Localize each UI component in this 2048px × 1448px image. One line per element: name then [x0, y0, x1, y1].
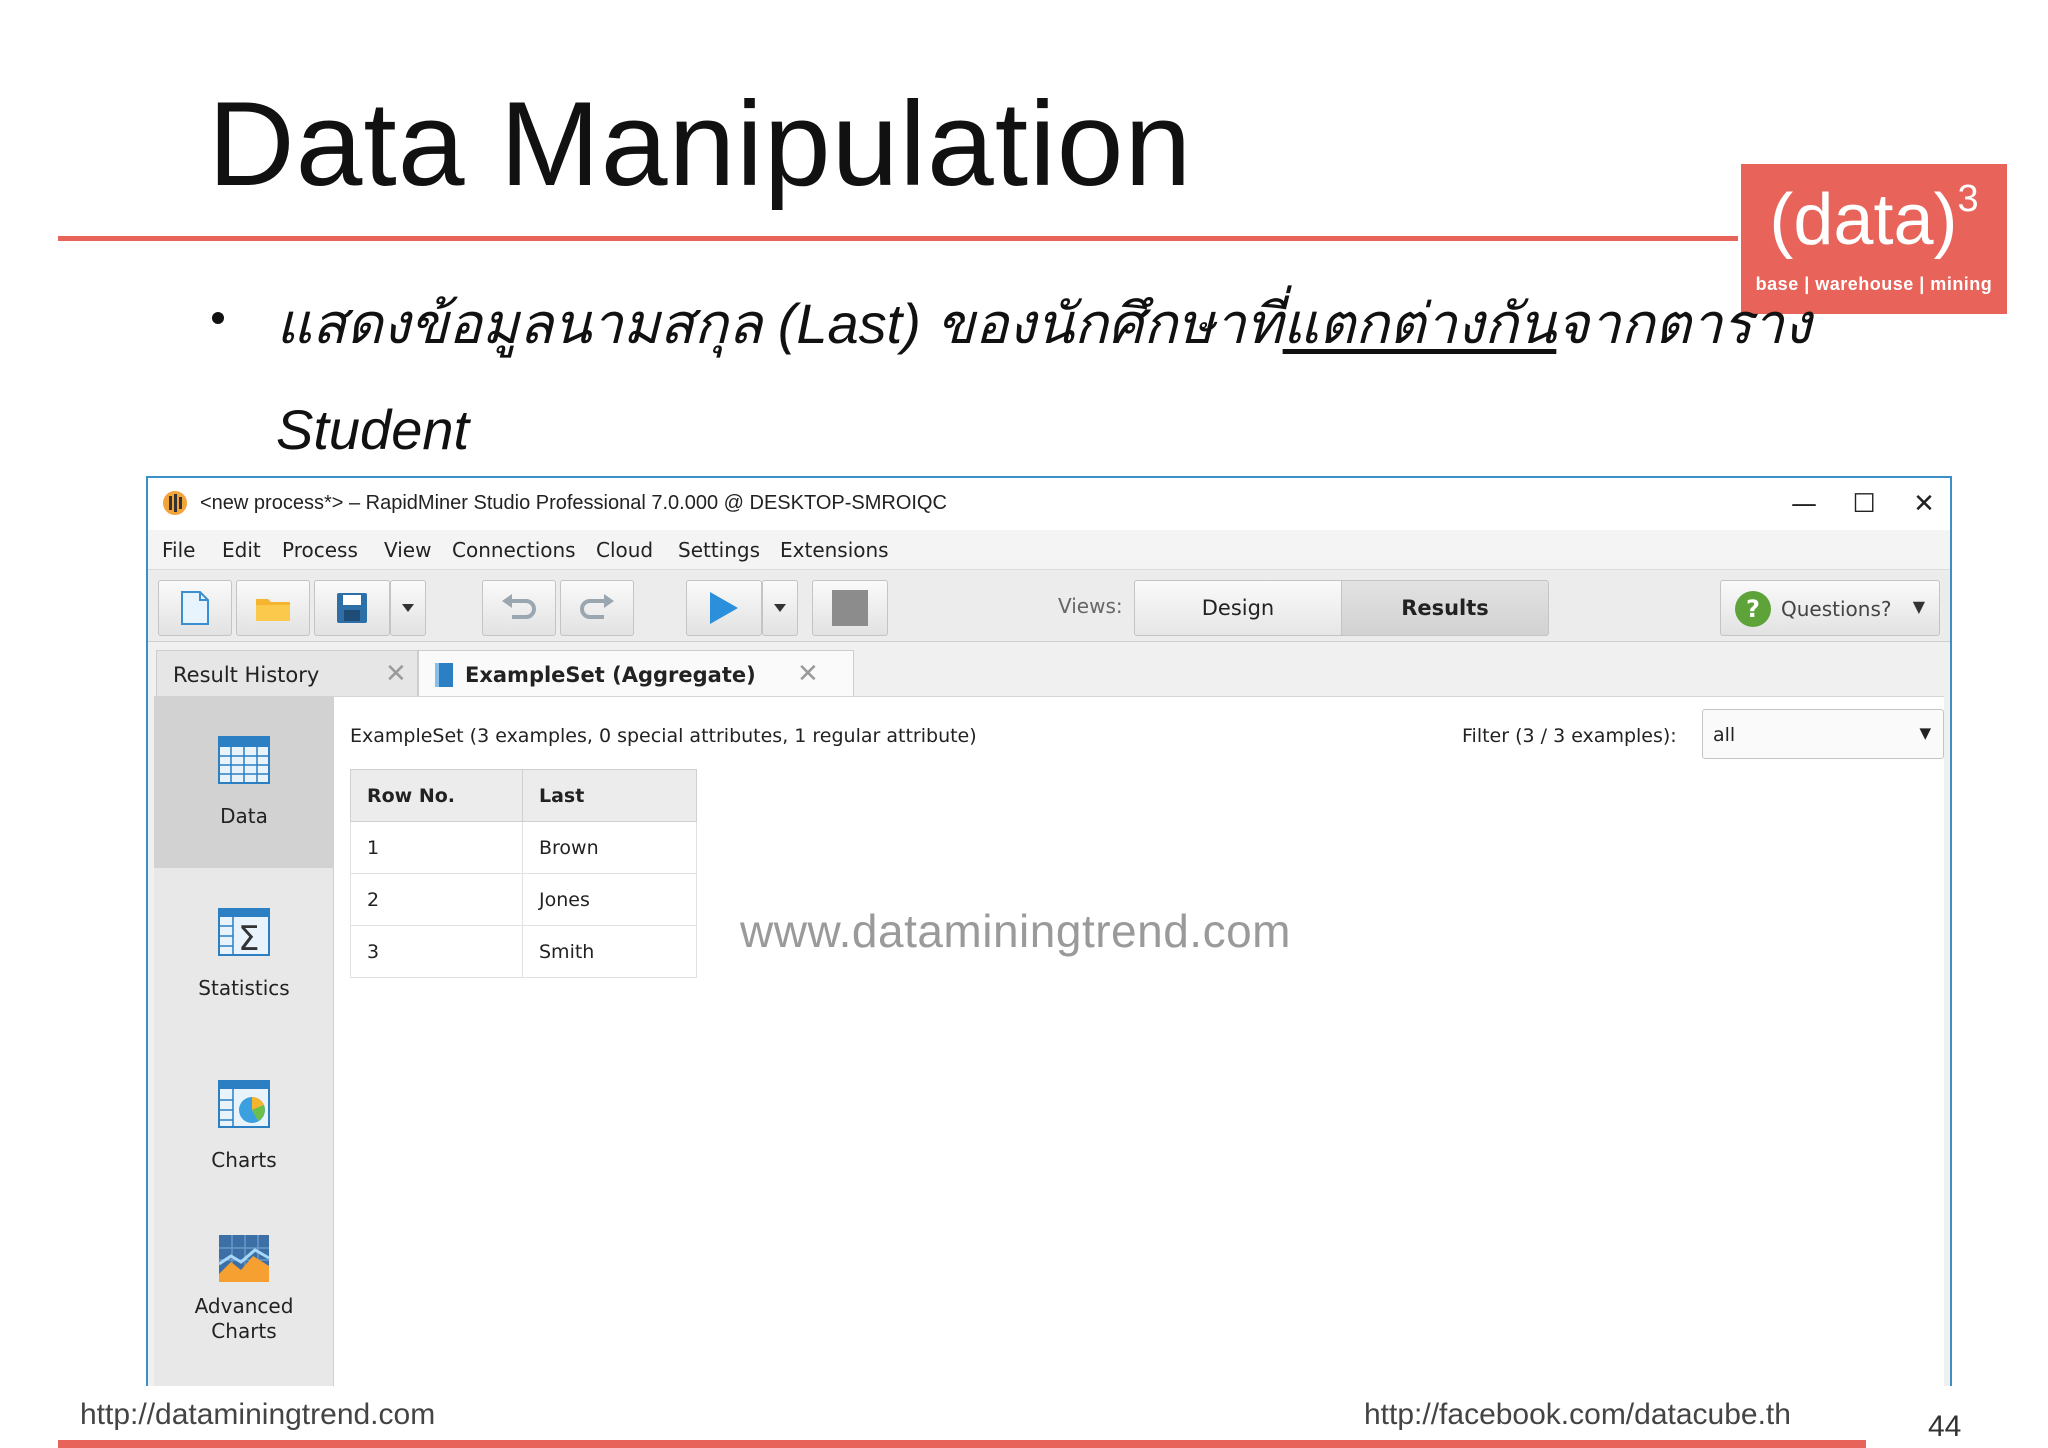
watermark-text: www.dataminingtrend.com: [740, 905, 1291, 957]
undo-button[interactable]: [482, 580, 556, 636]
results-tab-bar: Result History ✕ ExampleSet (Aggregate) …: [148, 642, 1950, 698]
rapidminer-app-icon: [163, 491, 187, 515]
folder-icon: [256, 599, 290, 621]
chevron-down-icon: ▼: [1912, 597, 1925, 616]
close-icon[interactable]: ✕: [797, 659, 819, 689]
footer-facebook-link[interactable]: http://facebook.com/datacube.th: [1364, 1398, 1791, 1432]
save-dropdown-button[interactable]: [390, 580, 426, 636]
sidebar-item-statistics[interactable]: Σ Statistics: [154, 868, 334, 1040]
design-view-button[interactable]: Design: [1134, 580, 1342, 636]
sidebar-item-label: Data: [220, 804, 268, 828]
menu-file[interactable]: File: [162, 538, 195, 562]
statistics-icon: Σ: [218, 908, 270, 956]
stop-process-button[interactable]: [812, 580, 888, 636]
menu-connections[interactable]: Connections: [452, 538, 576, 562]
run-dropdown-button[interactable]: [762, 580, 798, 636]
questions-button[interactable]: ? Questions? ▼: [1720, 580, 1940, 636]
play-icon: [710, 592, 738, 624]
advanced-charts-icon: [218, 1235, 270, 1282]
menu-process[interactable]: Process: [282, 538, 358, 562]
sidebar-item-label: Statistics: [198, 976, 290, 1000]
bullet-text-continued: Student: [276, 398, 470, 461]
tab-exampleset-aggregate[interactable]: ExampleSet (Aggregate) ✕: [418, 650, 854, 698]
logo-wordmark: (data)3: [1769, 178, 1979, 260]
table-cell-row-no: 1: [350, 821, 523, 874]
undo-icon: [502, 594, 536, 619]
table-row[interactable]: 1 Brown: [350, 821, 697, 874]
bullet-dot: [212, 312, 224, 324]
menu-bar: File Edit Process View Connections Cloud…: [148, 530, 1950, 570]
column-header-row-no[interactable]: Row No.: [350, 769, 523, 822]
data-view-panel: ExampleSet (3 examples, 0 special attrib…: [334, 696, 1944, 1386]
save-button[interactable]: [314, 580, 390, 636]
tab-result-history-label: Result History: [173, 663, 320, 687]
menu-view[interactable]: View: [384, 538, 431, 562]
data-table: Row No. Last 1 Brown 2 Jones 3 Smith: [350, 769, 697, 978]
window-title: <new process*> – RapidMiner Studio Profe…: [200, 492, 947, 514]
result-view-sidebar: Data Σ Statistics Charts Advanced Charts: [154, 696, 334, 1386]
menu-settings[interactable]: Settings: [678, 538, 760, 562]
table-cell-last: Brown: [522, 821, 697, 874]
new-document-icon: [181, 591, 209, 625]
footer-website-link[interactable]: http://dataminingtrend.com: [80, 1398, 435, 1432]
run-process-button[interactable]: [686, 580, 762, 636]
close-icon[interactable]: ✕: [385, 659, 407, 689]
results-view-button[interactable]: Results: [1341, 580, 1549, 636]
maximize-button[interactable]: ☐: [1834, 484, 1894, 524]
redo-icon: [580, 594, 614, 619]
menu-edit[interactable]: Edit: [222, 538, 261, 562]
table-row[interactable]: 2 Jones: [350, 873, 697, 926]
sidebar-item-label: Charts: [211, 1148, 277, 1172]
footer-divider: [58, 1440, 1866, 1448]
svg-text:Σ: Σ: [238, 919, 259, 956]
table-header-row: Row No. Last: [350, 769, 697, 822]
filter-select[interactable]: all ▼: [1702, 709, 1944, 759]
slide-title: Data Manipulation: [208, 77, 1193, 211]
filter-selected-value: all: [1713, 724, 1736, 746]
column-header-last[interactable]: Last: [522, 769, 697, 822]
exampleset-icon: [435, 663, 453, 687]
table-cell-last: Smith: [522, 925, 697, 978]
table-cell-last: Jones: [522, 873, 697, 926]
underlined-text: แตกต่างกัน: [1282, 292, 1557, 355]
save-icon: [337, 593, 367, 623]
table-cell-row-no: 3: [350, 925, 523, 978]
new-process-button[interactable]: [158, 580, 232, 636]
sidebar-item-label: Advanced Charts: [194, 1294, 294, 1343]
stop-icon: [832, 590, 868, 626]
page-number: 44: [1928, 1410, 1962, 1443]
sidebar-item-data[interactable]: Data: [154, 696, 334, 868]
title-divider: [58, 236, 1738, 241]
open-process-button[interactable]: [236, 580, 310, 636]
chevron-down-icon: [402, 604, 414, 612]
chevron-down-icon: [774, 604, 786, 612]
window-titlebar: <new process*> – RapidMiner Studio Profe…: [148, 478, 1950, 530]
main-toolbar: Views: Design Results ? Questions? ▼: [148, 570, 1950, 642]
sidebar-item-charts[interactable]: Charts: [154, 1040, 334, 1212]
menu-extensions[interactable]: Extensions: [780, 538, 889, 562]
tab-exampleset-label: ExampleSet (Aggregate): [465, 663, 756, 687]
questions-label: Questions?: [1781, 597, 1892, 621]
table-row[interactable]: 3 Smith: [350, 925, 697, 978]
help-icon: ?: [1735, 591, 1771, 627]
minimize-button[interactable]: —: [1774, 484, 1834, 524]
exampleset-summary: ExampleSet (3 examples, 0 special attrib…: [350, 725, 977, 747]
chevron-down-icon: ▼: [1919, 724, 1931, 742]
views-label: Views:: [1058, 594, 1123, 618]
bullet-text: แสดงข้อมูลนามสกุล (Last) ของนักศึกษาที่แ…: [276, 292, 1812, 355]
table-cell-row-no: 2: [350, 873, 523, 926]
table-icon: [218, 736, 270, 784]
menu-cloud[interactable]: Cloud: [596, 538, 653, 562]
sidebar-item-advanced-charts[interactable]: Advanced Charts: [154, 1212, 334, 1386]
tab-result-history[interactable]: Result History ✕: [156, 650, 418, 698]
filter-label: Filter (3 / 3 examples):: [1462, 725, 1677, 747]
close-window-button[interactable]: ✕: [1894, 484, 1950, 524]
charts-icon: [218, 1080, 270, 1128]
redo-button[interactable]: [560, 580, 634, 636]
